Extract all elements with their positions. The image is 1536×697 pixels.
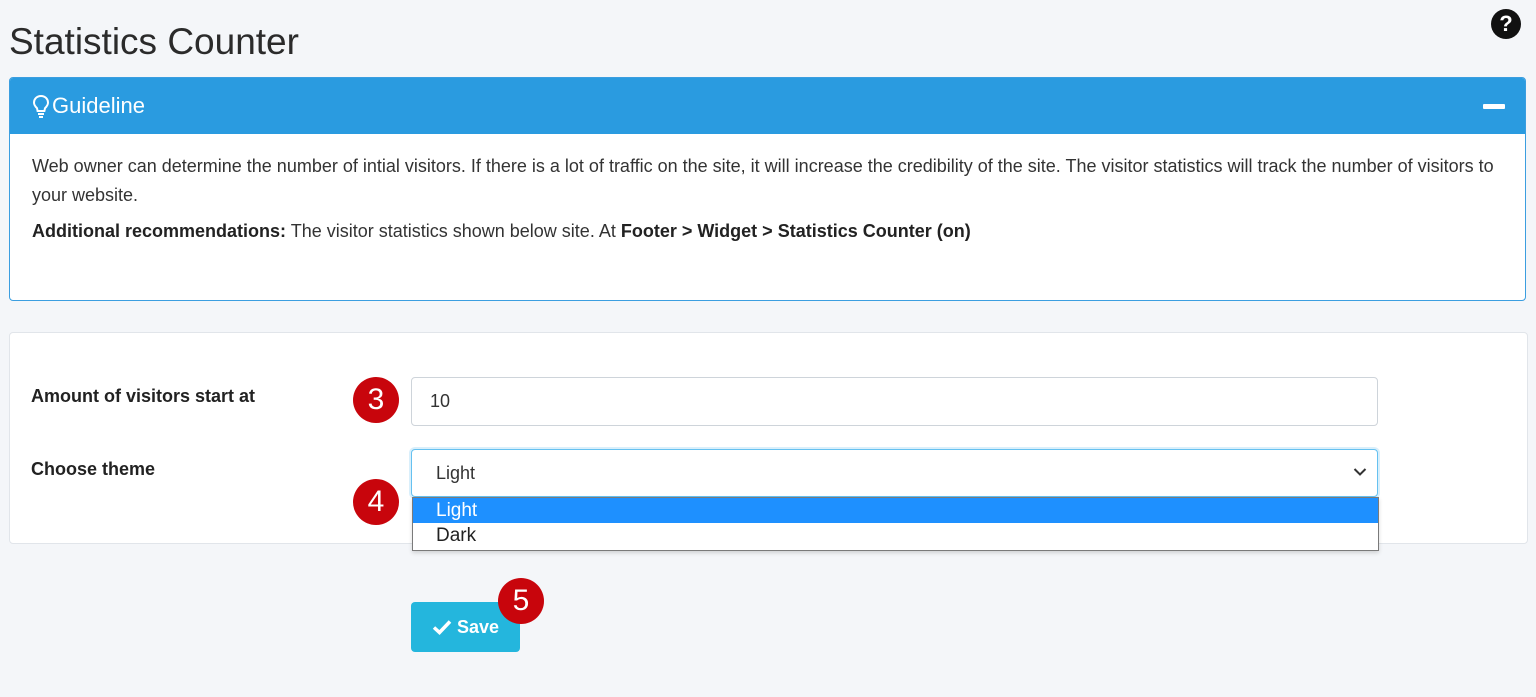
lightbulb-icon [32,94,50,118]
guideline-recommendation: Additional recommendations: The visitor … [32,217,1503,246]
recommendation-path: Footer > Widget > Statistics Counter (on… [620,221,971,241]
guideline-card: Guideline Web owner can determine the nu… [9,77,1526,301]
guideline-body: Web owner can determine the number of in… [10,134,1525,246]
theme-select-value: Light [436,463,476,483]
step-badge-4: 4 [353,479,399,525]
guideline-title: Guideline [52,93,145,118]
collapse-button[interactable] [1483,104,1505,109]
visitors-label: Amount of visitors start at [31,386,256,406]
step-badge-5: 5 [498,578,544,624]
theme-option-dark[interactable]: Dark [413,523,1378,548]
recommendation-label: Additional recommendations: [32,221,287,241]
guideline-paragraph: Web owner can determine the number of in… [32,156,1494,205]
check-icon [432,620,452,635]
theme-select[interactable]: Light [411,449,1378,497]
guideline-header[interactable]: Guideline [10,78,1525,134]
page-title: Statistics Counter [9,21,299,62]
theme-dropdown-list: Light Dark [412,497,1379,551]
save-label: Save [456,616,500,637]
chevron-down-icon [1353,468,1367,476]
step-badge-3: 3 [353,377,399,423]
theme-label: Choose theme [31,459,156,479]
recommendation-text: The visitor statistics shown below site.… [286,221,621,241]
help-icon[interactable]: ? [1491,9,1521,39]
theme-option-light[interactable]: Light [413,498,1378,523]
visitors-start-input[interactable] [411,377,1378,426]
